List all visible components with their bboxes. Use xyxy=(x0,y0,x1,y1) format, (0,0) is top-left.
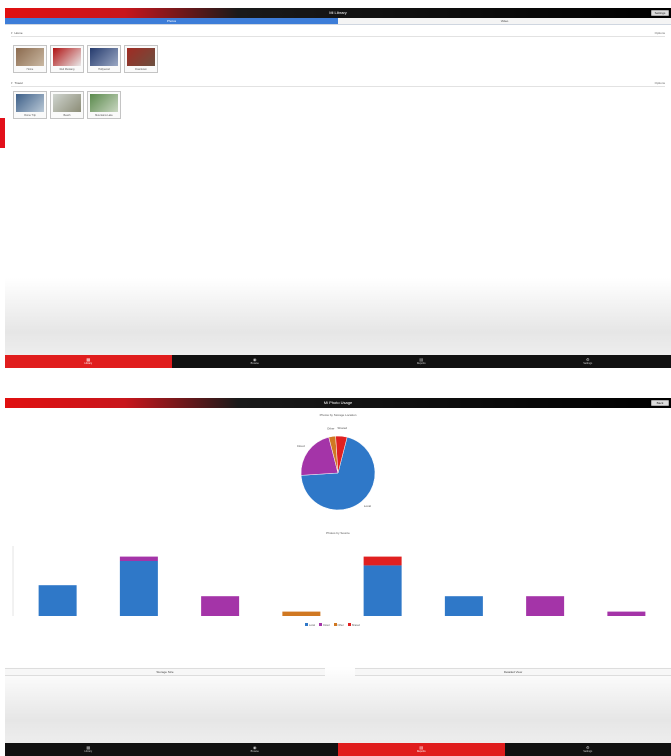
tab-label: Settings xyxy=(583,362,593,365)
tab-settings[interactable]: ⚙ Settings xyxy=(505,743,671,756)
pie-chart: Local Cloud Other Shared xyxy=(297,426,376,511)
tab-reports[interactable]: ▤ Reports xyxy=(338,743,505,756)
photo-image xyxy=(53,94,81,112)
pie-label: Local xyxy=(364,504,372,508)
tab-settings[interactable]: ⚙ Settings xyxy=(505,355,671,368)
photo-thumbnail[interactable]: Red Mustang xyxy=(50,45,84,73)
section-header-home[interactable]: ▾ Home Options xyxy=(11,30,665,37)
thumbnail-caption: Downtown xyxy=(135,68,147,71)
bar-cloud[interactable] xyxy=(119,556,158,561)
bar-cloud[interactable] xyxy=(201,596,240,616)
options-link[interactable]: Options xyxy=(655,31,665,35)
screen-title: Mi Library xyxy=(329,10,347,15)
tab-library[interactable]: ▦ Library xyxy=(5,743,172,756)
title-bar: Mi Photo Usage Back xyxy=(5,398,671,408)
thumbnail-caption: Rome Trip xyxy=(24,114,36,117)
bar-cloud[interactable] xyxy=(526,596,565,616)
tab-bar: ▦ Library ◉ Browse ▤ Reports ⚙ Settings xyxy=(5,743,671,756)
red-side-marker xyxy=(0,118,5,148)
segment-photos[interactable]: Photos xyxy=(5,18,338,24)
photo-image xyxy=(16,48,44,66)
photo-thumbnail[interactable]: Mountains Lake xyxy=(87,91,121,119)
photo-thumbnail[interactable]: Beach xyxy=(50,91,84,119)
tab-label: Reports xyxy=(416,750,426,753)
tab-label: Reports xyxy=(416,362,426,365)
chevron-down-icon: ▾ xyxy=(11,81,13,85)
bar-chart xyxy=(12,546,646,616)
segment-video[interactable]: Video xyxy=(338,18,671,24)
chevron-down-icon: ▾ xyxy=(11,31,13,35)
tab-library[interactable]: ▦ Library xyxy=(5,355,172,368)
tab-browse[interactable]: ◉ Browse xyxy=(172,743,339,756)
back-button[interactable]: Back xyxy=(651,400,669,406)
bar-cloud[interactable] xyxy=(607,611,646,616)
bar-local[interactable] xyxy=(38,585,77,616)
tab-label: Library xyxy=(84,750,93,753)
bar-local[interactable] xyxy=(444,596,483,616)
section-title: Travel xyxy=(14,81,23,85)
photo-image xyxy=(90,48,118,66)
settings-button[interactable]: Settings xyxy=(651,10,669,16)
storage-size-button[interactable]: Storage Size xyxy=(5,668,325,676)
pie-label: Cloud xyxy=(297,444,305,448)
photo-image xyxy=(16,94,44,112)
legend-swatch xyxy=(347,623,351,626)
legend-swatch xyxy=(318,623,322,626)
legend-item: Cloud xyxy=(318,623,330,627)
photo-thumbnail[interactable]: Hollywood xyxy=(87,45,121,73)
pie-label: Other xyxy=(327,427,335,431)
bar-shared[interactable] xyxy=(363,556,402,566)
chart-legend: Local Cloud Other Shared xyxy=(305,623,360,627)
legend-item: Shared xyxy=(347,623,360,627)
legend-swatch xyxy=(305,623,308,626)
bar-chart-title: Photos by Source xyxy=(326,531,350,535)
options-link[interactable]: Options xyxy=(655,81,665,85)
photo-image xyxy=(53,48,81,66)
tab-label: Settings xyxy=(583,750,593,753)
thumbnail-caption: Mountains Lake xyxy=(95,114,113,117)
tab-label: Browse xyxy=(250,750,259,753)
pie-label: Shared xyxy=(337,426,347,430)
segmented-control: Photos Video xyxy=(5,18,671,25)
photo-thumbnail[interactable]: Rome Trip xyxy=(13,91,47,119)
thumbnail-caption: Hollywood xyxy=(98,68,110,71)
legend-item: Local xyxy=(305,623,315,627)
detailed-view-button[interactable]: Detailed View xyxy=(355,668,671,676)
bar-local[interactable] xyxy=(363,565,402,616)
legend-item: Other xyxy=(333,623,344,627)
legend-swatch xyxy=(333,623,337,626)
photo-thumbnail[interactable]: Downtown xyxy=(124,45,158,73)
thumbnail-caption: Red Mustang xyxy=(59,68,75,71)
pie-chart-title: Photos by Storage Location xyxy=(319,413,357,417)
section-header-travel[interactable]: ▾ Travel Options xyxy=(11,80,665,87)
thumbnail-caption: Beach xyxy=(63,114,71,117)
library-screen: Mi Library Settings Photos Video ▾ Home O… xyxy=(5,8,671,368)
section-title: Home xyxy=(14,31,23,35)
photo-image xyxy=(90,94,118,112)
title-bar: Mi Library Settings xyxy=(5,8,671,18)
tab-reports[interactable]: ▤ Reports xyxy=(338,355,505,368)
thumbnail-row-travel: Rome Trip Beach Mountains Lake xyxy=(13,91,121,119)
thumbnail-caption: Home xyxy=(26,68,34,71)
tab-browse[interactable]: ◉ Browse xyxy=(172,355,339,368)
tab-bar: ▦ Library ◉ Browse ▤ Reports ⚙ Settings xyxy=(5,355,671,368)
thumbnail-row-home: Home Red Mustang Hollywood Downtown xyxy=(13,45,158,73)
tab-label: Library xyxy=(84,362,93,365)
tab-label: Browse xyxy=(250,362,259,365)
screen-title: Mi Photo Usage xyxy=(323,400,353,405)
reports-screen: Mi Photo Usage Back Photos by Storage Lo… xyxy=(5,398,671,756)
bar-other[interactable] xyxy=(282,611,321,616)
photo-image xyxy=(127,48,155,66)
bar-local[interactable] xyxy=(119,561,158,616)
photo-thumbnail[interactable]: Home xyxy=(13,45,47,73)
